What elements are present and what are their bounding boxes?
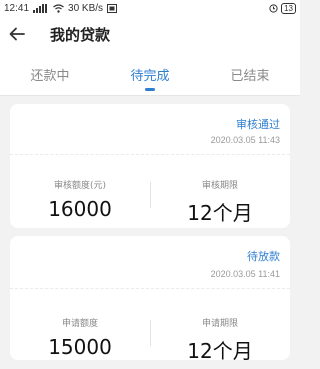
loan-amount-label: 审核额度(元) <box>53 181 107 191</box>
alarm-icon <box>269 3 278 13</box>
network-speed: 30 KB/s <box>68 2 104 14</box>
notification-icon <box>107 3 118 13</box>
tab-label: 已结束 <box>230 68 270 84</box>
battery-icon: 13 <box>281 2 296 14</box>
status-time: 12:41 <box>4 2 30 14</box>
loan-card[interactable]: 审核通过 2020.03.05 11:43 审核额度(元) 16000 审核期限… <box>10 104 290 228</box>
loan-card[interactable]: 待放款 2020.03.05 11:41 申请额度 15000 申请期限 12个… <box>10 236 290 363</box>
loan-amount-label: 申请额度 <box>61 319 98 329</box>
loan-amount-value: 16000 <box>48 197 112 221</box>
tab-label: 待完成 <box>130 68 170 84</box>
loan-status: 待放款 <box>247 250 280 263</box>
back-arrow-icon[interactable] <box>8 25 26 43</box>
tab-repaying[interactable]: 还款中 <box>0 52 100 96</box>
loan-term-block: 申请期限 12个月 <box>150 316 290 364</box>
active-tab-indicator <box>145 88 155 91</box>
loan-time: 2020.03.05 11:41 <box>210 269 280 279</box>
loan-term-label: 申请期限 <box>201 319 238 329</box>
status-bar: 12:41 30 KB/s 13 <box>0 0 300 16</box>
tab-finished[interactable]: 已结束 <box>200 52 300 96</box>
loan-amount-block: 申请额度 15000 <box>10 316 150 359</box>
nav-bar: 我的贷款 <box>0 16 300 52</box>
loan-time: 2020.03.05 11:43 <box>210 135 280 145</box>
loan-term-value: 12个月 <box>187 339 253 363</box>
signal-icon <box>33 3 49 13</box>
page-title: 我的贷款 <box>50 26 111 44</box>
loan-status: 审核通过 <box>236 118 280 131</box>
loan-term-label: 审核期限 <box>201 181 238 191</box>
wifi-icon <box>53 3 64 13</box>
loan-amount-block: 审核额度(元) 16000 <box>10 178 150 221</box>
tab-label: 还款中 <box>30 68 70 84</box>
battery-level: 13 <box>284 3 293 13</box>
card-divider <box>10 288 290 289</box>
loan-amount-value: 15000 <box>48 335 112 359</box>
card-divider <box>10 154 290 155</box>
loan-term-value: 12个月 <box>187 201 253 225</box>
loan-term-block: 审核期限 12个月 <box>150 178 290 226</box>
